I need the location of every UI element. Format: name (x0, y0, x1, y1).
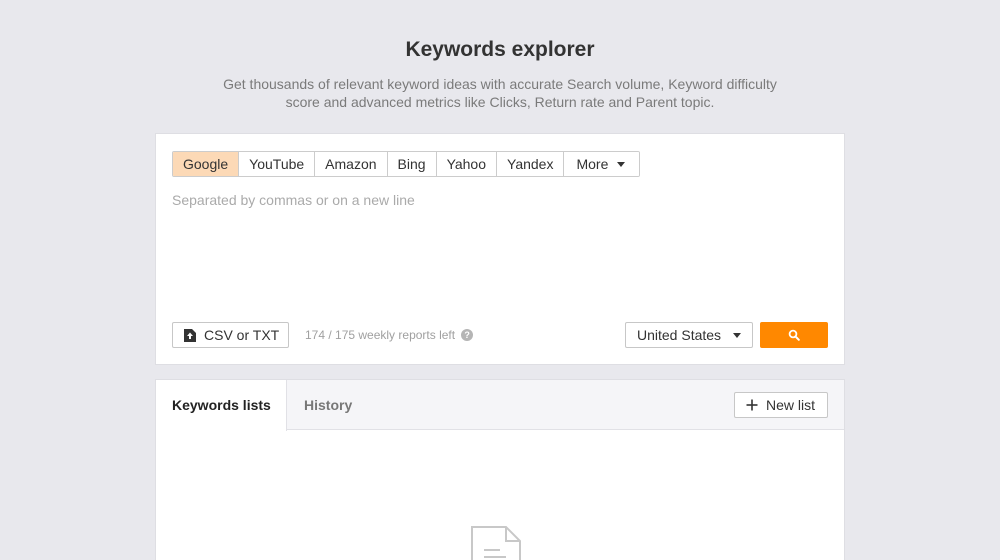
upload-file-icon (184, 328, 196, 342)
search-icon (788, 329, 800, 341)
keywords-explorer-page: Keywords explorer Get thousands of relev… (0, 0, 1000, 560)
country-select[interactable]: United States (625, 322, 753, 348)
weekly-reports-counter: 174 / 175 weekly reports left ? (305, 328, 474, 342)
keyword-search-card: Google YouTube Amazon Bing Yahoo Yandex … (155, 133, 845, 365)
caret-down-icon (617, 161, 626, 167)
reports-text: 174 / 175 weekly reports left (305, 328, 456, 342)
subtitle-line-1: Get thousands of relevant keyword ideas … (223, 76, 777, 92)
subtitle-line-2: score and advanced metrics like Clicks, … (285, 94, 715, 110)
tab-keywords-lists[interactable]: Keywords lists (156, 380, 287, 431)
engine-bing[interactable]: Bing (387, 152, 437, 176)
engine-youtube[interactable]: YouTube (239, 152, 316, 176)
engine-amazon[interactable]: Amazon (315, 152, 388, 176)
engine-yahoo[interactable]: Yahoo (436, 152, 498, 176)
keyword-lists-panel: Keywords lists History New list (155, 379, 845, 560)
keywords-input[interactable] (172, 192, 828, 312)
page-subtitle: Get thousands of relevant keyword ideas … (200, 75, 800, 111)
chevron-down-icon (733, 332, 741, 338)
upload-label: CSV or TXT (204, 327, 280, 343)
more-label: More (576, 156, 609, 172)
plus-icon (746, 399, 758, 411)
new-list-label: New list (766, 397, 816, 413)
help-circle-icon[interactable]: ? (461, 329, 474, 341)
engine-google[interactable]: Google (173, 152, 240, 176)
search-engine-selector: Google YouTube Amazon Bing Yahoo Yandex … (172, 151, 641, 177)
upload-csv-button[interactable]: CSV or TXT (172, 322, 289, 348)
new-list-button[interactable]: New list (734, 392, 828, 418)
page-title: Keywords explorer (405, 38, 595, 61)
lists-tab-bar: Keywords lists History New list (156, 380, 844, 431)
country-selected: United States (637, 327, 722, 343)
document-icon (471, 526, 521, 560)
engine-more-dropdown[interactable]: More (564, 152, 640, 176)
search-button[interactable] (760, 322, 828, 348)
tab-history[interactable]: History (304, 380, 352, 430)
engine-yandex[interactable]: Yandex (497, 152, 565, 176)
